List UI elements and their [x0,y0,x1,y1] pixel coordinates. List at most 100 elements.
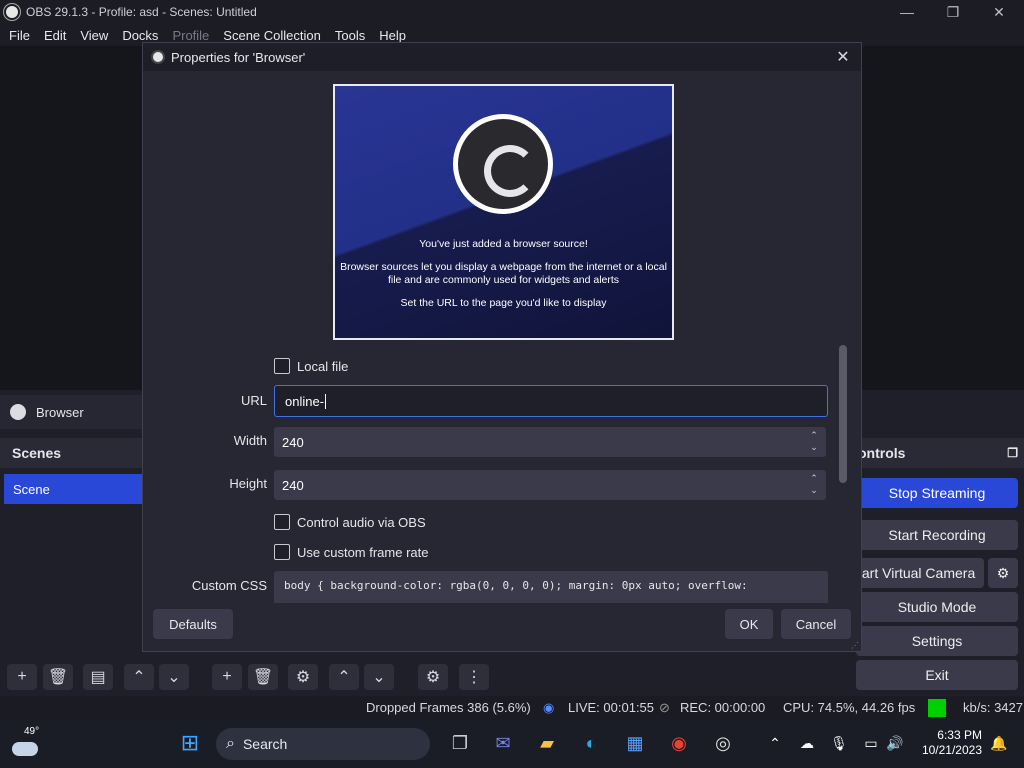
weather-widget[interactable]: 49° [10,726,50,762]
menu-scene-collection[interactable]: Scene Collection [216,28,328,43]
add-source-icon[interactable]: + [212,664,242,690]
cpu-usage: CPU: 74.5%, 44.26 fps [783,700,916,715]
move-source-down-icon[interactable]: ⌄ [364,664,394,690]
controls-header-label: ontrols [858,445,906,461]
edge-icon[interactable]: ◐ [576,728,606,758]
clock[interactable]: 6:33 PM 10/21/2023 [910,728,982,758]
width-value: 240 [282,434,304,450]
windows-taskbar: 49° ⊞ ⌕ Search ❐ ✉ ▰ ◐ ▦ ◉ ◎ ⌃ ☁ 🎙 ▭ 🔊 6… [0,720,1024,768]
preview-text-line: file and are commonly used for widgets a… [387,274,620,286]
maximize-icon[interactable]: ❐ [930,0,976,24]
bitrate: kb/s: 3427 [963,700,1023,715]
control-audio-label: Control audio via OBS [297,515,426,530]
status-bar: Dropped Frames 386 (5.6%) ◉ LIVE: 00:01:… [0,696,1024,720]
add-scene-icon[interactable]: + [7,664,37,690]
scenes-dock: Scenes Scene [0,438,145,658]
more-options-icon[interactable]: ⋮ [459,664,489,690]
move-source-up-icon[interactable]: ⌃ [329,664,359,690]
task-view-icon[interactable]: ❐ [445,728,475,758]
window-title: OBS 29.1.3 - Profile: asd - Scenes: Unti… [26,5,257,19]
taskbar-search[interactable]: ⌕ Search [216,728,430,760]
defaults-button[interactable]: Defaults [153,609,233,639]
source-label: Browser [36,404,84,420]
menu-profile[interactable]: Profile [165,28,216,43]
dialog-titlebar: Properties for 'Browser' [143,43,861,71]
teams-icon[interactable]: ✉ [488,728,518,758]
menu-edit[interactable]: Edit [37,28,73,43]
menu-view[interactable]: View [73,28,115,43]
preview-text-line: Browser sources let you display a webpag… [340,261,667,273]
settings-button[interactable]: Settings [856,626,1018,656]
browser-source-preview: You've just added a browser source! Brow… [333,84,674,340]
source-properties-icon[interactable]: ⚙ [288,664,318,690]
height-label: Height [229,476,267,491]
properties-form: Local file URL online- Width 240 ⌃ ⌄ Heig… [143,341,861,603]
onedrive-icon[interactable]: ☁ [792,728,822,758]
move-scene-down-icon[interactable]: ⌄ [159,664,189,690]
control-audio-checkbox[interactable] [274,514,290,530]
windows-start-icon[interactable]: ⊞ [175,728,205,758]
spinbox-arrows-icon[interactable]: ⌃ ⌄ [808,429,820,455]
window-titlebar: OBS 29.1.3 - Profile: asd - Scenes: Unti… [0,0,1024,24]
menu-docks[interactable]: Docks [115,28,165,43]
clock-time: 6:33 PM [937,728,982,742]
obs-logo-icon [151,50,165,64]
scene-item[interactable]: Scene [4,474,145,504]
store-icon[interactable]: ▦ [620,728,650,758]
chrome-icon[interactable]: ◉ [664,728,694,758]
obs-logo-icon [453,114,553,214]
scene-filters-icon[interactable]: ▤ [83,664,113,690]
rec-icon: ⊘ [659,700,670,715]
spinbox-arrows-icon[interactable]: ⌃ ⌄ [808,472,820,498]
start-recording-button[interactable]: Start Recording [856,520,1018,550]
exit-button[interactable]: Exit [856,660,1018,690]
preview-text-line: Set the URL to the page you'd like to di… [400,297,607,309]
volume-icon[interactable]: 🔊 [880,728,910,758]
dialog-close-icon[interactable]: ✕ [833,47,853,67]
live-icon: ◉ [543,700,555,715]
properties-scrollbar[interactable] [839,345,847,483]
file-explorer-icon[interactable]: ▰ [532,728,562,758]
cloud-icon [12,742,38,756]
custom-css-textarea[interactable]: body { background-color: rgba(0, 0, 0, 0… [274,571,828,603]
height-spinbox[interactable]: 240 ⌃ ⌄ [274,470,826,500]
close-icon[interactable]: ✕ [976,0,1022,24]
menu-help[interactable]: Help [372,28,413,43]
minimize-icon[interactable]: — [884,0,930,24]
microphone-icon[interactable]: 🎙 [824,728,854,758]
custom-frame-rate-checkbox[interactable] [274,544,290,560]
rec-time: REC: 00:00:00 [680,700,766,715]
obs-logo-icon [4,4,20,20]
url-label: URL [240,393,267,408]
notification-bell-icon[interactable]: 🔔 [984,728,1014,758]
studio-mode-button[interactable]: Studio Mode [856,592,1018,622]
dialog-title: Properties for 'Browser' [171,49,306,65]
url-input[interactable]: online- [274,385,828,417]
move-scene-up-icon[interactable]: ⌃ [124,664,154,690]
chevron-up-icon[interactable]: ⌃ [760,728,790,758]
preview-headline: You've just added a browser source! [419,238,588,250]
remove-source-icon[interactable]: 🗑 [248,664,278,690]
gear-icon: ⚙ [996,564,1010,581]
menu-tools[interactable]: Tools [328,28,372,43]
ok-button[interactable]: OK [725,609,773,639]
local-file-checkbox[interactable] [274,358,290,374]
obs-taskbar-icon[interactable]: ◎ [708,728,738,758]
menu-file[interactable]: File [2,28,37,43]
undock-icon[interactable]: ❐ [1007,446,1018,460]
dock-toolbar: + 🗑 ▤ ⌃ ⌄ + 🗑 ⚙ ⌃ ⌄ ⚙ ⋮ [0,660,856,692]
remove-scene-icon[interactable]: 🗑 [43,664,73,690]
search-label: Search [242,736,288,752]
cancel-button[interactable]: Cancel [781,609,851,639]
stop-streaming-button[interactable]: Stop Streaming [856,478,1018,508]
audio-mixer-settings-icon[interactable]: ⚙ [418,664,448,690]
search-icon: ⌕ [226,735,235,752]
source-item-browser[interactable]: Browser [0,395,145,429]
width-spinbox[interactable]: 240 ⌃ ⌄ [274,427,826,457]
globe-icon [10,404,26,420]
resize-grip-icon[interactable]: ⋰ [851,641,859,650]
scenes-header: Scenes [0,438,145,468]
start-virtual-camera-button[interactable]: tart Virtual Camera [856,558,984,588]
live-time: LIVE: 00:01:55 [568,700,655,715]
virtual-camera-settings-button[interactable]: ⚙ [988,558,1018,588]
